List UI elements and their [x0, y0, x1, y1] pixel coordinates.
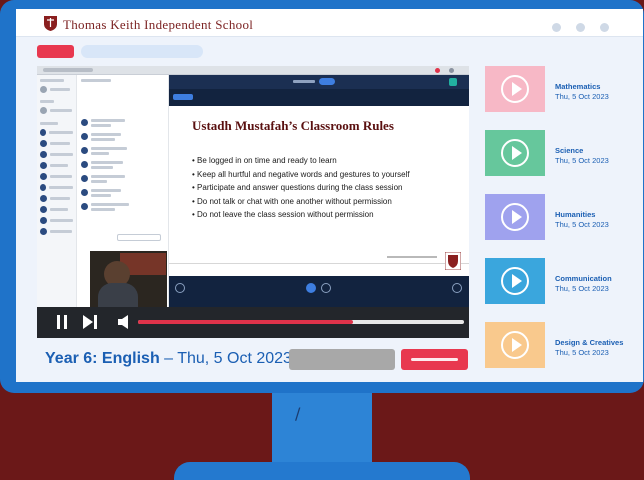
play-icon	[501, 203, 529, 231]
subject-date: Thu, 5 Oct 2023	[555, 220, 609, 229]
monitor-stand-base	[174, 462, 470, 480]
address-bar	[43, 68, 93, 72]
subject-name[interactable]: Science	[555, 146, 583, 155]
volume-icon[interactable]	[116, 314, 132, 330]
title-bar: Thomas Keith Independent School	[16, 9, 643, 37]
progress-track[interactable]	[138, 320, 464, 324]
subject-name[interactable]: Mathematics	[555, 82, 600, 91]
subject-name[interactable]: Humanities	[555, 210, 595, 219]
recording-badge	[319, 78, 335, 85]
slide-title: Ustadh Mustafah’s Classroom Rules	[192, 118, 394, 133]
subject-date: Thu, 5 Oct 2023	[555, 156, 609, 165]
subject-card-mathematics[interactable]: Mathematics Thu, 5 Oct 2023	[485, 66, 635, 112]
subject-card-science[interactable]: Science Thu, 5 Oct 2023	[485, 130, 635, 176]
maximize-button[interactable]	[576, 23, 585, 32]
meeting-info-button[interactable]	[175, 283, 185, 293]
video-player: Ustadh Mustafah’s Classroom Rules Be log…	[37, 66, 469, 338]
stand-logo-icon: /	[295, 404, 301, 423]
lesson-date: – Thu, 5 Oct 2023	[159, 350, 292, 367]
presentation-slide: Ustadh Mustafah’s Classroom Rules Be log…	[169, 106, 469, 276]
subject-thumbnail[interactable]	[485, 322, 545, 368]
subject-thumbnail[interactable]	[485, 258, 545, 304]
play-icon	[501, 331, 529, 359]
progress-fill	[138, 320, 354, 324]
secondary-button[interactable]	[289, 349, 395, 370]
subject-thumbnail[interactable]	[485, 66, 545, 112]
playback-controls	[37, 307, 469, 338]
mic-button[interactable]	[306, 283, 316, 293]
rule-item: Participate and answer questions during …	[192, 181, 410, 195]
subject-card-design-creatives[interactable]: Design & Creatives Thu, 5 Oct 2023	[485, 322, 635, 368]
back-button[interactable]	[37, 45, 74, 58]
play-icon	[501, 267, 529, 295]
breadcrumb	[81, 45, 203, 58]
slide-crest-icon	[445, 252, 461, 270]
lesson-caption: Year 6: English – Thu, 5 Oct 2023	[45, 350, 292, 368]
play-icon	[501, 75, 529, 103]
meeting-stage: Ustadh Mustafah’s Classroom Rules Be log…	[169, 75, 469, 307]
subject-name[interactable]: Communication	[555, 274, 612, 283]
play-icon	[501, 139, 529, 167]
browser-toolbar	[37, 66, 469, 75]
meeting-title-bar	[293, 80, 315, 83]
close-button[interactable]	[600, 23, 609, 32]
meeting-sidebar	[37, 75, 77, 307]
app-window: Thomas Keith Independent School Ustadh M…	[16, 9, 643, 382]
subject-card-communication[interactable]: Communication Thu, 5 Oct 2023	[485, 258, 635, 304]
slide-footer-text	[387, 256, 437, 258]
subject-date: Thu, 5 Oct 2023	[555, 284, 609, 293]
meeting-header	[169, 75, 469, 89]
chat-input[interactable]	[117, 234, 161, 241]
rule-item: Do not talk or chat with one another wit…	[192, 195, 410, 209]
rule-item: Keep all hurtful and negative words and …	[192, 168, 410, 182]
school-crest-icon	[44, 16, 57, 31]
leave-button[interactable]	[452, 283, 462, 293]
subject-date: Thu, 5 Oct 2023	[555, 92, 609, 101]
slide-footer-line	[169, 263, 469, 267]
record-indicator-icon	[435, 68, 440, 73]
monitor-frame: Thomas Keith Independent School Ustadh M…	[0, 0, 644, 393]
primary-button[interactable]	[401, 349, 468, 370]
rule-item: Do not leave the class session without p…	[192, 208, 410, 222]
meeting-logo-icon	[449, 78, 457, 86]
rules-list: Be logged in on time and ready to learn …	[192, 154, 410, 222]
share-tag	[173, 94, 193, 100]
page: Thomas Keith Independent School Ustadh M…	[0, 0, 644, 480]
subject-name[interactable]: Design & Creatives	[555, 338, 623, 347]
monitor-stand-neck	[272, 393, 372, 463]
rule-item: Be logged in on time and ready to learn	[192, 154, 410, 168]
subject-thumbnail[interactable]	[485, 130, 545, 176]
camera-button[interactable]	[321, 283, 331, 293]
lesson-year: Year 6: English	[45, 350, 160, 367]
browser-menu-icon	[449, 68, 454, 73]
pause-icon[interactable]	[54, 314, 70, 330]
subject-thumbnail[interactable]	[485, 194, 545, 240]
minimize-button[interactable]	[552, 23, 561, 32]
primary-button-label	[411, 358, 458, 361]
school-name: Thomas Keith Independent School	[63, 17, 254, 32]
subject-date: Thu, 5 Oct 2023	[555, 348, 609, 357]
teacher-webcam	[90, 251, 167, 307]
skip-next-icon[interactable]	[82, 314, 98, 330]
subject-card-humanities[interactable]: Humanities Thu, 5 Oct 2023	[485, 194, 635, 240]
